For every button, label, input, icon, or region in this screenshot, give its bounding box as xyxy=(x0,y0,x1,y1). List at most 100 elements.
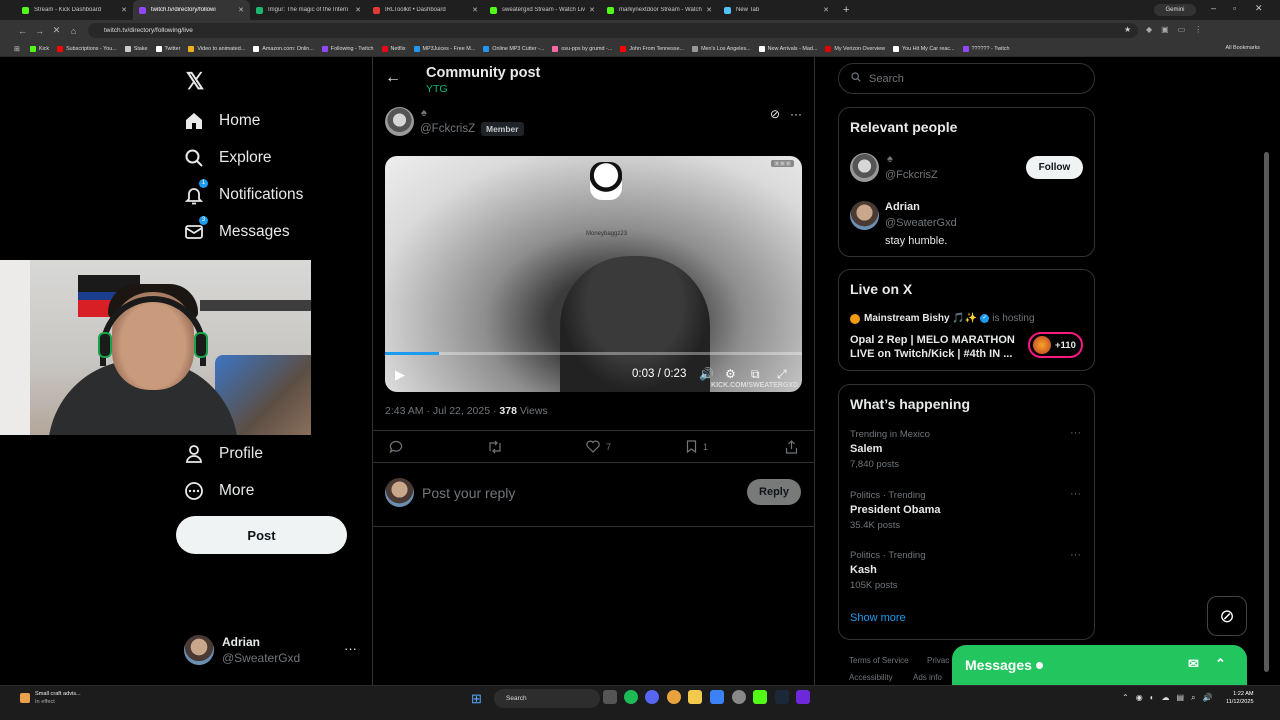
maximize-icon[interactable]: ▫ xyxy=(1233,3,1236,13)
relevant-person-2-handle[interactable]: @SweaterGxd xyxy=(885,217,957,229)
forward-icon[interactable]: → xyxy=(31,26,48,36)
bookmark-item[interactable]: New Arrivals - Mad... xyxy=(758,45,817,52)
terms-link[interactable]: Terms of Service xyxy=(849,656,909,665)
system-tray-icons[interactable]: ⌃◉◐☁▤⌕🔊 xyxy=(1122,693,1220,703)
browser-tab[interactable]: twitch.tv/directory/followi ✕ xyxy=(133,0,250,20)
relevant-person-1-avatar[interactable] xyxy=(850,153,879,182)
follow-button[interactable]: Follow xyxy=(1026,156,1083,179)
community-name[interactable]: YTG xyxy=(426,83,448,95)
reply-action[interactable] xyxy=(389,440,403,454)
trend-item[interactable]: Politics · Trending Kash 105K posts xyxy=(850,550,926,591)
post-button[interactable]: Post xyxy=(176,516,347,554)
grok-icon[interactable]: ⊘ xyxy=(770,107,780,121)
messages-drawer[interactable]: Messages ✉ ⌃ xyxy=(952,645,1247,685)
post-more-icon[interactable]: ··· xyxy=(790,107,802,121)
nav-explore[interactable]: Explore xyxy=(184,143,272,173)
tab-close-icon[interactable]: ✕ xyxy=(706,6,712,14)
relevant-person-1-handle[interactable]: @FckcrisZ xyxy=(885,169,938,181)
nav-profile[interactable]: Profile xyxy=(184,439,263,469)
bookmark-item[interactable]: Netflix xyxy=(381,45,406,52)
bookmark-item[interactable]: Following - Twitch xyxy=(321,45,374,52)
browser-tab[interactable]: markynextdoor Stream - Watch ✕ xyxy=(601,0,718,20)
post-author-handle[interactable]: @FckcrisZ xyxy=(420,123,475,135)
home-icon[interactable]: ⌂ xyxy=(65,26,82,36)
file-explorer-icon[interactable] xyxy=(688,690,702,704)
bookmark-item[interactable]: Twitter xyxy=(155,45,180,52)
nav-messages[interactable]: 3 Messages xyxy=(184,216,290,247)
spotify-icon[interactable] xyxy=(624,690,638,704)
like-action[interactable]: 7 xyxy=(586,440,611,453)
play-icon[interactable]: ▶ xyxy=(395,367,405,383)
trend-item[interactable]: Trending in Mexico Salem 7,840 posts xyxy=(850,429,930,470)
chrome-icon[interactable] xyxy=(667,690,681,704)
bookmark-item[interactable]: Stake xyxy=(124,45,148,52)
bookmark-item[interactable]: MP3Juices - Free M... xyxy=(413,45,475,52)
relevant-person-2-avatar[interactable] xyxy=(850,201,879,230)
browser-tab[interactable]: sweatergxd Stream - Watch Liv ✕ xyxy=(484,0,601,20)
browser-tab[interactable]: Stream - Kick Dashboard ✕ xyxy=(16,0,133,20)
all-bookmarks-button[interactable]: All Bookmarks xyxy=(1226,45,1260,51)
bookmark-item[interactable]: John From Tennesse... xyxy=(620,45,684,52)
post-author-avatar[interactable] xyxy=(385,107,414,136)
browser-tab[interactable]: Imgur: The magic of the Intern ✕ xyxy=(250,0,367,20)
grok-floating-icon[interactable]: ⊘ xyxy=(1207,596,1247,636)
steam-icon[interactable] xyxy=(775,690,789,704)
fullscreen-icon[interactable]: ⤢ xyxy=(777,367,787,382)
ads-info-link[interactable]: Ads info xyxy=(913,673,942,682)
tab-close-icon[interactable]: ✕ xyxy=(121,6,127,14)
taskbar-clock[interactable]: 1:22 AM 11/12/2025 xyxy=(1226,690,1254,706)
bookmark-item[interactable]: Men's Los Angeles... xyxy=(692,45,751,52)
apps-grid-icon[interactable]: ⊞ xyxy=(14,45,20,53)
bookmark-action[interactable]: 1 xyxy=(686,440,708,453)
obs-icon[interactable] xyxy=(732,690,746,704)
nav-home[interactable]: Home xyxy=(184,106,260,136)
weather-widget[interactable]: Small craft advis... In effect xyxy=(20,690,81,706)
account-more-icon[interactable]: ··· xyxy=(344,641,357,656)
pip-icon[interactable]: ⧉ xyxy=(751,367,760,382)
nav-notifications[interactable]: 1 Notifications xyxy=(184,179,303,210)
close-window-icon[interactable]: ✕ xyxy=(1255,3,1263,14)
reply-button[interactable]: Reply xyxy=(747,479,801,505)
share-action[interactable] xyxy=(785,440,798,454)
tab-close-icon[interactable]: ✕ xyxy=(238,6,244,14)
video-progress-bar[interactable] xyxy=(385,352,802,355)
bookmark-item[interactable]: osu-pps by grumd -... xyxy=(552,45,612,52)
reply-input[interactable]: Post your reply xyxy=(422,485,515,501)
bookmark-item[interactable]: Subscriptions - You... xyxy=(57,45,117,52)
taskbar-search[interactable]: Search xyxy=(494,689,600,708)
photos-icon[interactable] xyxy=(710,690,724,704)
expand-icon[interactable]: ⌃ xyxy=(1215,656,1226,672)
volume-icon[interactable]: 🔊 xyxy=(699,367,714,381)
url-field[interactable]: twitch.tv/directory/following/live xyxy=(88,23,1138,38)
bookmark-item[interactable]: Kick xyxy=(29,45,49,52)
trend-more-icon[interactable]: ··· xyxy=(1070,549,1081,561)
new-tab-button[interactable]: + xyxy=(835,4,857,16)
show-more-link[interactable]: Show more xyxy=(850,612,906,624)
tab-close-icon[interactable]: ✕ xyxy=(472,6,478,14)
reload-icon[interactable]: ✕ xyxy=(48,25,65,36)
minimize-icon[interactable]: – xyxy=(1211,3,1216,13)
bookmark-star-icon[interactable]: ★ xyxy=(1124,25,1131,34)
page-scrollbar[interactable] xyxy=(1264,152,1269,672)
discord-icon[interactable] xyxy=(645,690,659,704)
kick-app-icon[interactable] xyxy=(753,690,767,704)
gemini-button[interactable]: Gemini xyxy=(1154,4,1196,16)
back-arrow-icon[interactable]: ← xyxy=(385,69,401,87)
tab-close-icon[interactable]: ✕ xyxy=(355,6,361,14)
bookmark-item[interactable]: My Verizon Overview xyxy=(825,45,885,52)
tab-close-icon[interactable]: ✕ xyxy=(823,6,829,14)
tab-close-icon[interactable]: ✕ xyxy=(589,6,595,14)
settings-icon[interactable]: ⚙ xyxy=(725,367,736,381)
live-listeners-pill[interactable]: +110 xyxy=(1028,332,1083,358)
task-view-icon[interactable] xyxy=(603,690,617,704)
nav-more[interactable]: More xyxy=(184,476,254,506)
relevant-person-2-name[interactable]: Adrian xyxy=(885,201,920,213)
bookmark-item[interactable]: Online MP3 Cutter -... xyxy=(483,45,544,52)
compose-message-icon[interactable]: ✉ xyxy=(1188,656,1199,672)
extension-icons[interactable]: ◆▣▭⋮ xyxy=(1146,25,1211,34)
privacy-link[interactable]: Privac xyxy=(927,656,949,665)
bookmark-item[interactable]: Amazon.com: Onlin... xyxy=(253,45,314,52)
accessibility-link[interactable]: Accessibility xyxy=(849,673,893,682)
repost-action[interactable] xyxy=(487,440,503,454)
video-player[interactable]: Moneybaggz23 ▣▣▣ ▶ 0:03 / 0:23 🔊 ⚙ ⧉ ⤢ K… xyxy=(385,156,802,392)
